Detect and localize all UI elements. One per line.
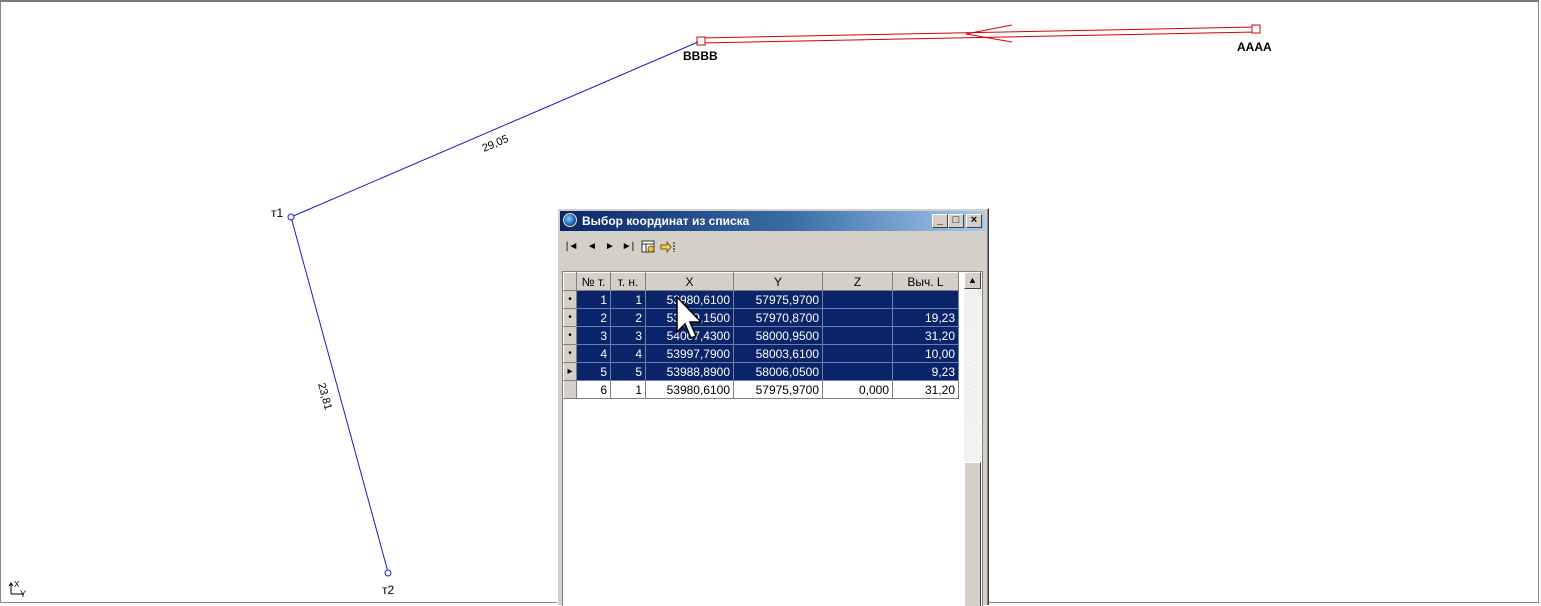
minimize-button[interactable]: _ [932,214,948,228]
table-row[interactable]: • 1 1 53980,6100 57975,9700 [563,290,959,309]
cell-tn[interactable]: 2 [610,308,646,327]
column-header[interactable]: X [645,272,734,291]
cell-z[interactable]: 0,000 [822,380,893,399]
cell-z[interactable] [822,362,893,381]
segment-length-label: 23,81 [315,382,334,412]
direction-arrow [965,24,1013,43]
table-row[interactable]: ▸ 5 5 53988,8900 58006,0500 9,23 [563,362,959,381]
select-pointer-icon[interactable] [659,237,677,257]
cell-x[interactable]: 53988,8900 [645,362,734,381]
column-header[interactable]: Y [733,272,823,291]
cell-l[interactable]: 10,00 [892,344,959,363]
coordinate-selection-dialog[interactable]: Выбор координат из списка _ □ × |◄ ◄ ► ►… [557,208,989,606]
cell-y[interactable]: 57975,9700 [733,380,823,399]
segment-length-label: 29,05 [480,133,510,155]
column-header[interactable]: Выч. L [892,272,959,291]
scroll-thumb[interactable] [964,462,981,606]
cell-l[interactable]: 31,20 [892,380,959,399]
cell-z[interactable] [822,344,893,363]
cell-n[interactable]: 1 [576,290,611,309]
cell-l[interactable]: 19,23 [892,308,959,327]
point-label: BBBB [683,49,718,63]
traverse-line [290,41,699,218]
row-indicator[interactable] [563,380,577,399]
cell-z[interactable] [822,326,893,345]
point-marker [696,36,706,46]
cell-tn[interactable]: 3 [610,326,646,345]
cell-n[interactable]: 2 [576,308,611,327]
prev-record-button[interactable]: ◄ [583,237,601,257]
cell-l[interactable]: 31,20 [892,326,959,345]
boundary-line [700,31,1257,44]
svg-text:Y: Y [20,589,26,599]
point-marker [1251,24,1261,34]
indicator-header [563,272,577,291]
cell-z[interactable] [822,308,893,327]
cell-z[interactable] [822,290,893,309]
cell-y[interactable]: 58003,6100 [733,344,823,363]
cell-y[interactable]: 58000,9500 [733,326,823,345]
grid-header-row: № т. т. н. X Y Z Выч. L [563,272,959,291]
cell-tn[interactable]: 4 [610,344,646,363]
next-record-button[interactable]: ► [601,237,619,257]
point-label: т1 [271,206,283,220]
cell-n[interactable]: 4 [576,344,611,363]
dialog-titlebar[interactable]: Выбор координат из списка _ □ × [560,211,985,231]
row-indicator[interactable]: • [563,344,577,363]
cell-n[interactable]: 6 [576,380,611,399]
cell-tn[interactable]: 5 [610,362,646,381]
vertical-scrollbar[interactable]: ▲ [964,272,981,606]
cell-x[interactable]: 53997,7900 [645,344,734,363]
point-label: AAAA [1237,40,1272,54]
cell-n[interactable]: 3 [576,326,611,345]
cell-l[interactable] [892,290,959,309]
dialog-title: Выбор координат из списка [582,214,750,228]
table-row[interactable]: • 4 4 53997,7900 58003,6100 10,00 [563,344,959,363]
table-row[interactable]: 6 1 53980,6100 57975,9700 0,000 31,20 [563,380,959,399]
cell-y[interactable]: 57975,9700 [733,290,823,309]
point-marker [384,569,392,577]
globe-icon [563,213,577,227]
row-indicator[interactable]: ▸ [563,362,577,381]
cell-x[interactable]: 53980,6100 [645,380,734,399]
mouse-cursor-icon [676,296,702,339]
cell-n[interactable]: 5 [576,362,611,381]
maximize-button[interactable]: □ [948,214,964,228]
last-record-button[interactable]: ►| [619,237,637,257]
row-indicator[interactable]: • [563,290,577,309]
close-button[interactable]: × [966,214,982,228]
traverse-line [290,216,389,573]
svg-text:X: X [14,580,20,589]
first-record-button[interactable]: |◄ [563,237,581,257]
cell-y[interactable]: 57970,8700 [733,308,823,327]
cell-l[interactable]: 9,23 [892,362,959,381]
scroll-up-button[interactable]: ▲ [964,272,981,289]
table-import-icon[interactable] [639,237,657,257]
cell-tn[interactable]: 1 [610,290,646,309]
cell-tn[interactable]: 1 [610,380,646,399]
cell-y[interactable]: 58006,0500 [733,362,823,381]
column-header[interactable]: № т. [576,272,611,291]
point-marker [287,213,295,221]
row-indicator[interactable]: • [563,326,577,345]
point-label: т2 [382,583,394,597]
table-row[interactable]: • 3 3 54007,4300 58000,9500 31,20 [563,326,959,345]
table-row[interactable]: • 2 2 53989,1500 57970,8700 19,23 [563,308,959,327]
column-header[interactable]: т. н. [610,272,646,291]
axis-icon: X Y [8,580,26,599]
column-header[interactable]: Z [822,272,893,291]
row-indicator[interactable]: • [563,308,577,327]
navigator-toolbar: |◄ ◄ ► ►| [561,237,984,259]
coordinates-grid[interactable]: № т. т. н. X Y Z Выч. L • 1 1 53980,6100… [562,271,983,606]
